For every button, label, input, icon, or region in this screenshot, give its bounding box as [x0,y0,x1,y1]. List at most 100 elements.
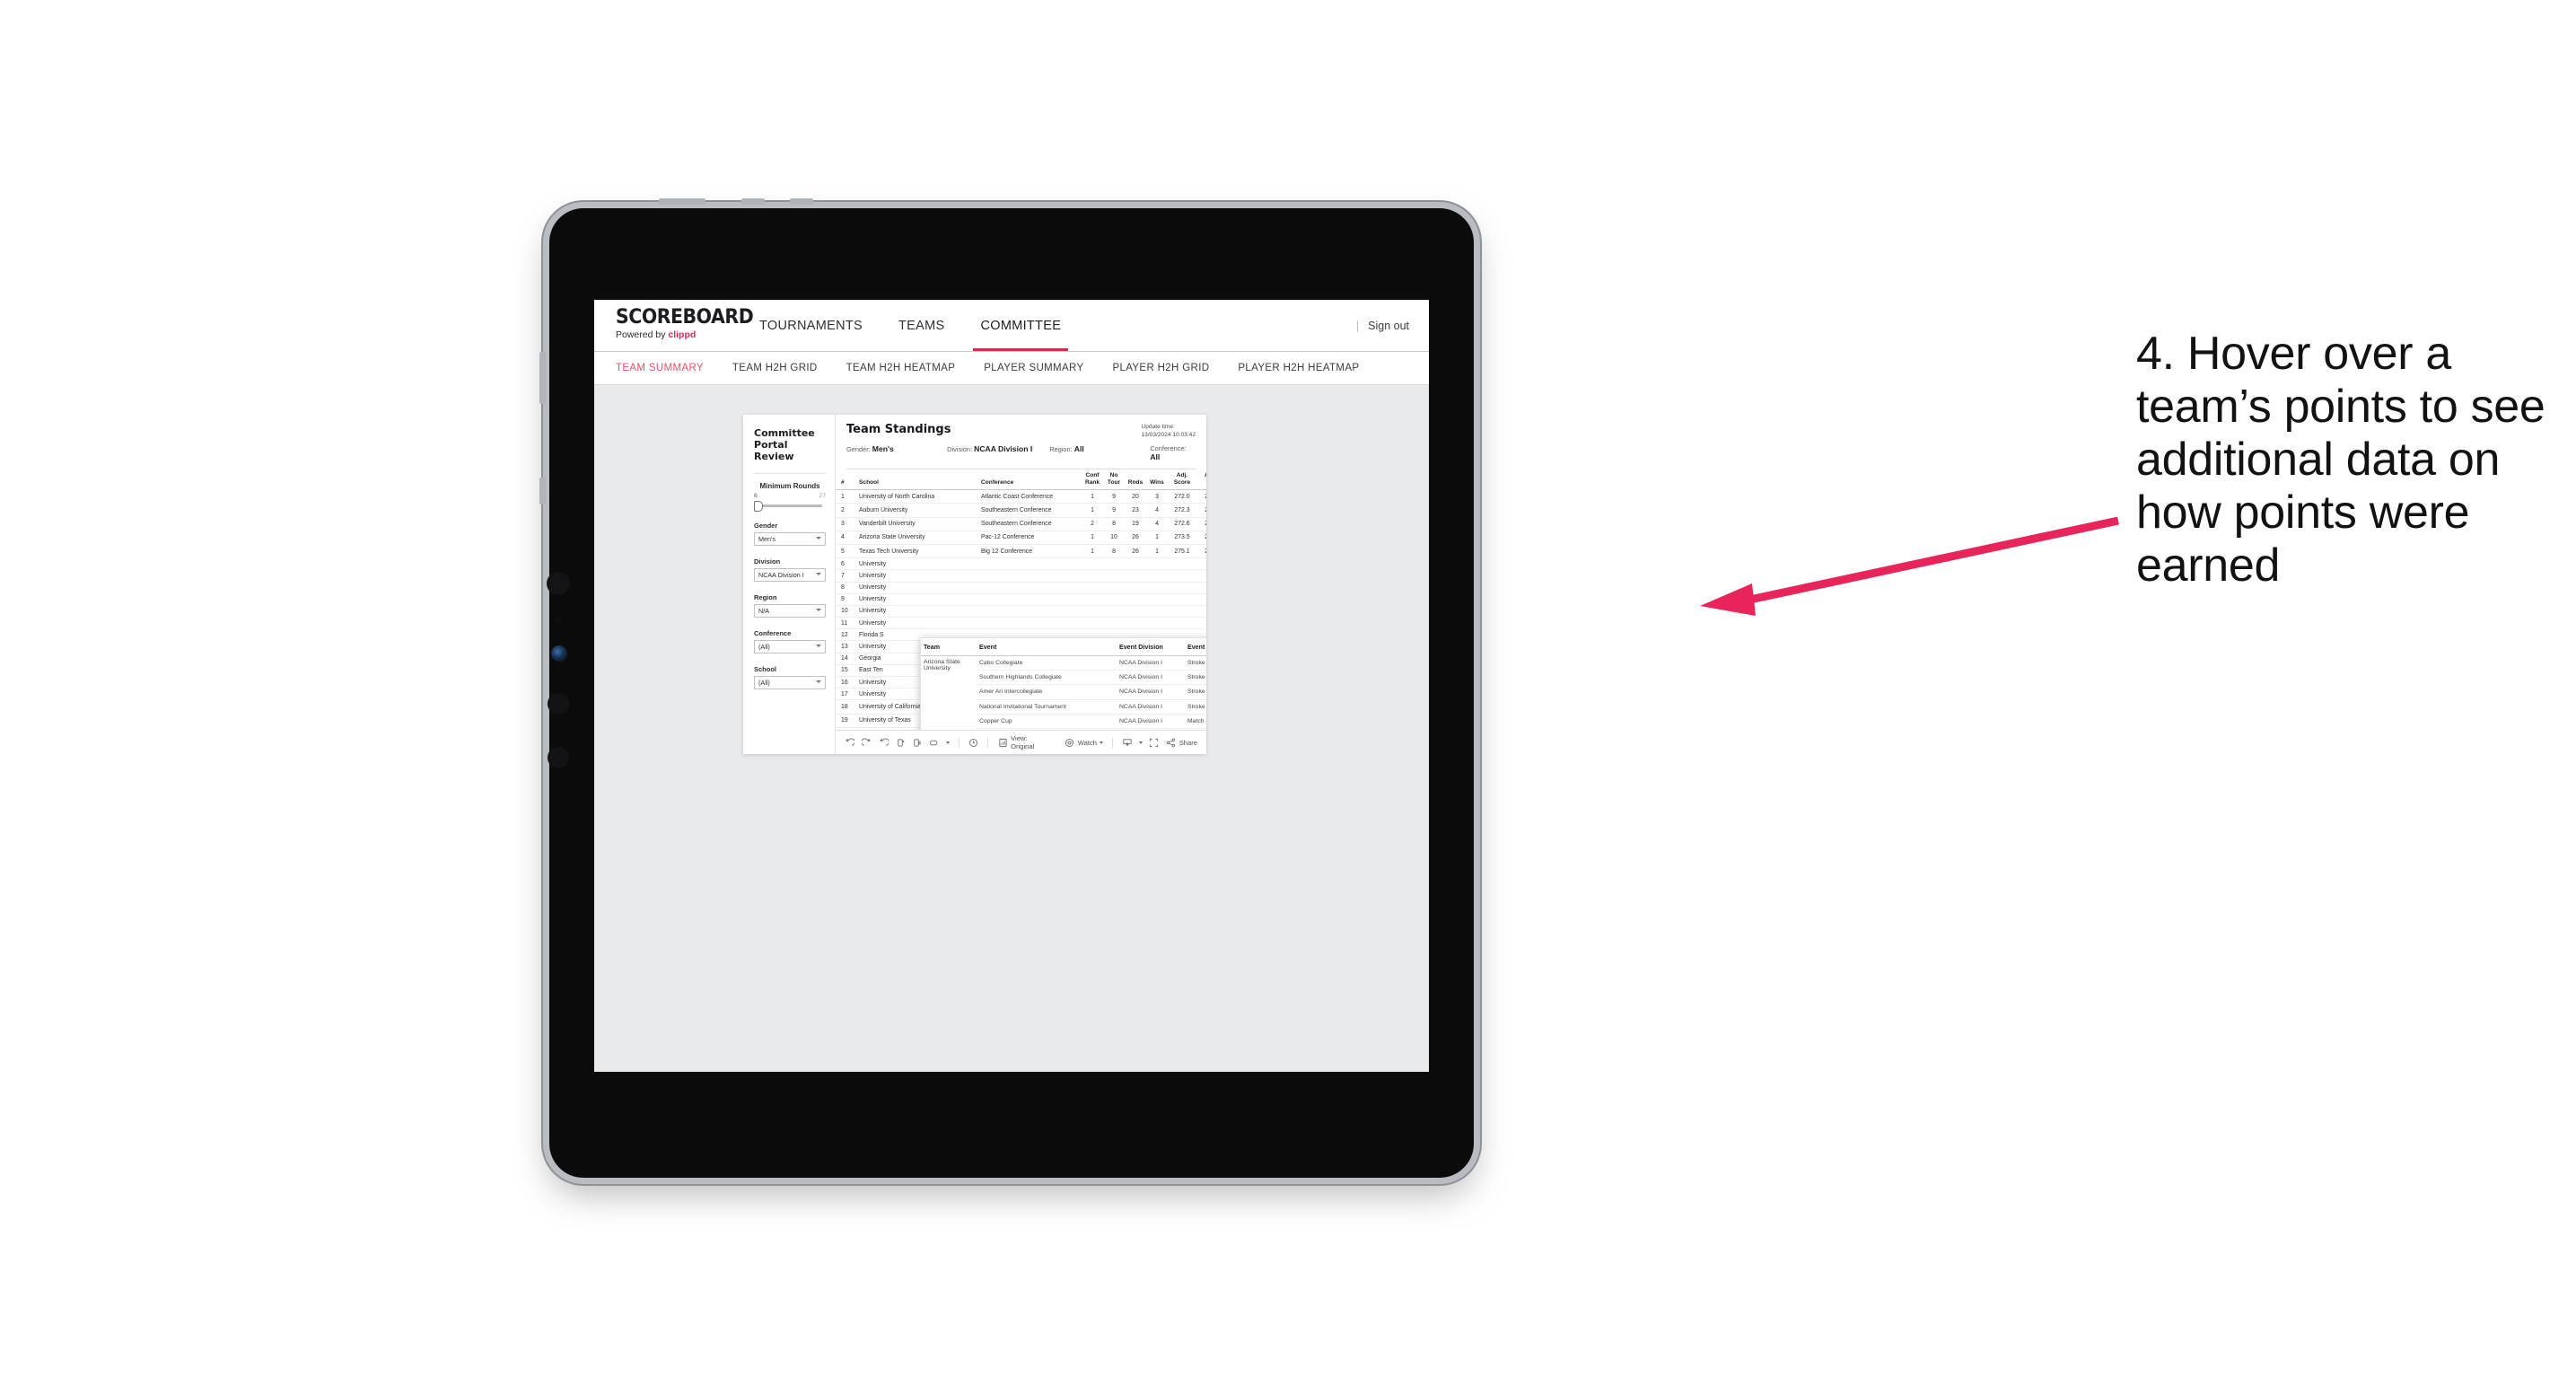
cell-conference: Big 12 Conference [979,544,1082,559]
redo-icon[interactable] [862,737,872,748]
cell-rank: 10 [836,605,857,618]
device-power-button [539,478,546,504]
revert-icon[interactable] [878,737,889,748]
standings-header-row: # School Conference Conf Rank No Tour Rnds Wins A… [836,469,1206,491]
cell-adj-score [1168,557,1196,571]
filter-region: Region N/A [754,593,826,618]
refresh-icon[interactable] [895,737,906,748]
nav-item-teams[interactable]: TEAMS [881,300,962,351]
table-row[interactable]: 8 University [836,582,1206,594]
watch-button[interactable]: Watch [1065,737,1103,748]
cell-rank: 1 [836,489,857,504]
school-select[interactable]: (All) [754,676,826,689]
col-header-rnds[interactable]: Rnds [1125,469,1146,491]
watch-caret-icon [1100,741,1103,744]
conference-select-value: (All) [758,643,770,651]
sensor-dot-icon [555,617,562,624]
cell-no-tour [1103,557,1125,571]
table-row[interactable]: 1 University of North Carolina Atlantic Co… [836,489,1206,504]
col-header-avg-sg[interactable]: Avg.SG [1196,469,1206,491]
table-row[interactable]: 4 Arizona State University Pac-12 Conferen… [836,531,1206,545]
cell-conf-rank: 2 [1082,517,1103,531]
col-header-no-tour[interactable]: No Tour [1103,469,1125,491]
cell-no-tour [1103,582,1125,594]
points-breakdown-tooltip: Team Event Event Division Event Type Rou… [920,637,1206,730]
subheader-conference: Conference: All [1150,444,1196,461]
table-row[interactable]: 7 University [836,569,1206,583]
cell-rank: 2 [836,503,857,518]
tab-player-summary[interactable]: PLAYER SUMMARY [984,363,1083,373]
tooltip-cell-type: Stroke Play [1185,670,1206,686]
cell-adj-score [1168,605,1196,618]
cell-no-tour [1103,617,1125,630]
cell-rnds [1125,605,1146,618]
undo-icon[interactable] [845,737,855,748]
nav-item-committee[interactable]: COMMITTEE [962,300,1079,351]
download-icon[interactable] [1122,737,1133,748]
sign-out-link[interactable]: Sign out [1368,320,1409,332]
table-row[interactable]: 9 University [836,593,1206,606]
col-header-conf-rank[interactable]: Conf Rank [1082,469,1103,491]
highlight-caret-icon[interactable] [945,741,950,744]
tooltip-cell-type: Stroke Play [1185,699,1206,715]
tooltip-cell-team: Arizona State University [921,655,977,730]
cell-rnds [1125,617,1146,630]
cell-rank: 19 [836,714,857,728]
cell-no-tour: 8 [1103,544,1125,559]
nav-item-tournaments[interactable]: TOURNAMENTS [741,300,881,351]
conference-select[interactable]: (All) [754,640,826,654]
tooltip-col-division: Event Division [1117,638,1185,656]
device-top-button-3 [790,198,813,205]
division-select[interactable]: NCAA Division I [754,568,826,582]
table-row[interactable]: 10 University [836,605,1206,618]
gender-select[interactable]: Men's [754,532,826,546]
col-header-rank[interactable]: # [836,469,857,491]
slider-handle[interactable] [754,501,763,512]
cell-rank: 14 [836,653,857,665]
table-row[interactable]: 3 Vanderbilt University Southeastern Confe… [836,517,1206,531]
region-select[interactable]: N/A [754,604,826,618]
table-row[interactable]: 2 Auburn University Southeastern Conferenc… [836,503,1206,518]
col-header-wins[interactable]: Wins [1146,469,1168,491]
download-caret-icon[interactable] [1138,741,1143,744]
cell-conf-rank: 1 [1082,489,1103,504]
tab-team-h2h-grid[interactable]: TEAM H2H GRID [732,363,818,373]
report-header: Team Standings Update time: 13/03/2024 1… [836,415,1206,469]
minimum-rounds-slider[interactable] [754,501,826,512]
col-header-adj-score[interactable]: Adj. Score [1168,469,1196,491]
cell-avg-sg [1196,582,1206,594]
table-row[interactable]: 11 University [836,617,1206,630]
col-header-school[interactable]: School [857,469,979,491]
table-row[interactable]: 5 Texas Tech University Big 12 Conference 1… [836,544,1206,559]
history-icon[interactable] [968,737,979,748]
dashboard-canvas: Committee Portal Review Minimum Rounds 6… [594,385,1429,1072]
view-original-button[interactable]: View: Original [997,734,1051,750]
annotation-text: 4. Hover over a team’s points to see add… [2136,328,2545,592]
visualization-card: Committee Portal Review Minimum Rounds 6… [743,415,1206,754]
gender-select-value: Men's [758,535,775,543]
tooltip-header-row: Team Event Event Division Event Type Rou… [921,638,1206,656]
pause-auto-update-icon[interactable] [912,737,923,748]
col-header-conference[interactable]: Conference [979,469,1082,491]
cell-rnds: 19 [1125,517,1146,531]
filter-panel-title-line1: Committee [754,427,815,439]
share-button[interactable]: Share [1166,737,1197,748]
tab-player-h2h-grid[interactable]: PLAYER H2H GRID [1112,363,1209,373]
share-label: Share [1178,738,1197,747]
brand-logo[interactable]: SCOREBOARD Powered by clippd [594,300,754,351]
cell-rnds: 26 [1125,531,1146,545]
cell-wins [1146,569,1168,583]
tab-team-summary[interactable]: TEAM SUMMARY [616,363,704,373]
tooltip-table-body: Arizona State University Cabo Collegiate N… [921,655,1206,730]
cell-rank: 5 [836,544,857,559]
tab-team-h2h-heatmap[interactable]: TEAM H2H HEATMAP [846,363,956,373]
table-row[interactable]: 6 University [836,557,1206,571]
tab-player-h2h-heatmap[interactable]: PLAYER H2H HEATMAP [1238,363,1359,373]
standings-table-wrapper[interactable]: # School Conference Conf Rank No Tour Rnds Wins A… [836,469,1206,730]
subheader-conference-label: Conference: [1150,444,1187,452]
cell-rank: 17 [836,688,857,701]
fullscreen-icon[interactable] [1149,737,1160,748]
highlight-icon[interactable] [929,737,940,748]
cell-rank: 15 [836,664,857,678]
subheader-gender-label: Gender: [846,445,871,453]
